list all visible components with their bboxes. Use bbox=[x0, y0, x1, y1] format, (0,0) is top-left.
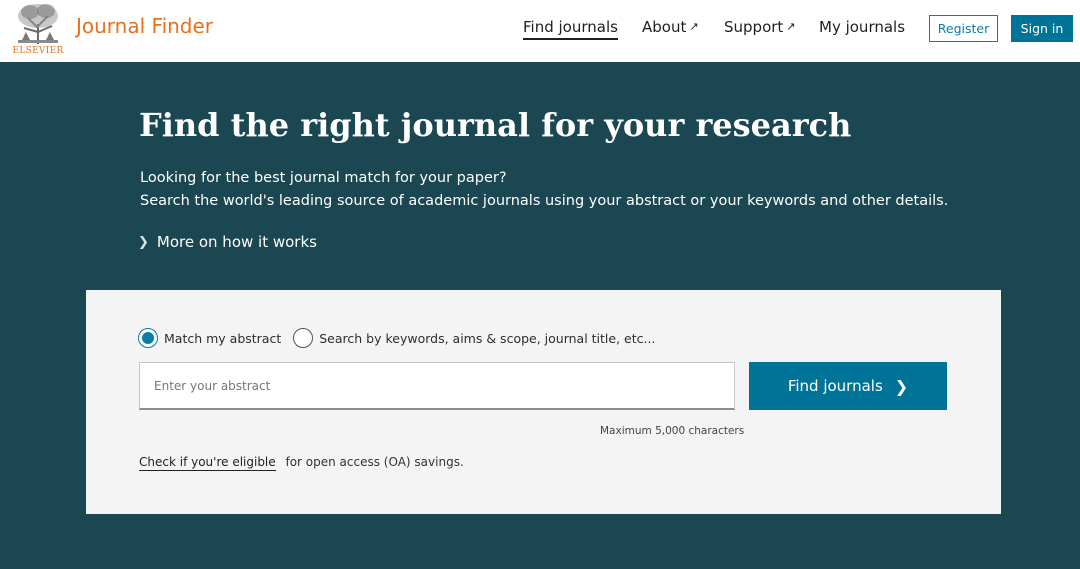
more-on-how-it-works-link[interactable]: ❯ More on how it works bbox=[138, 233, 317, 251]
find-journals-button-label: Find journals bbox=[787, 377, 883, 395]
chevron-right-icon: ❯ bbox=[894, 376, 909, 396]
check-eligibility-link[interactable]: Check if you're eligible bbox=[139, 455, 276, 471]
abstract-placeholder: Enter your abstract bbox=[154, 378, 271, 393]
abstract-input[interactable]: Enter your abstract bbox=[139, 362, 735, 410]
nav-my-journals-label: My journals bbox=[819, 18, 906, 36]
max-characters-hint: Maximum 5,000 characters bbox=[600, 425, 745, 437]
nav-about[interactable]: About ↗ bbox=[642, 18, 699, 36]
open-access-note: Check if you're eligible for open access… bbox=[139, 455, 464, 471]
more-link-label: More on how it works bbox=[156, 233, 317, 251]
elsevier-logo[interactable]: ELSEVIER bbox=[12, 2, 64, 58]
radio-search-keywords[interactable] bbox=[293, 328, 314, 348]
search-mode-group: Match my abstract Search by keywords, ai… bbox=[138, 328, 667, 348]
radio-match-abstract[interactable] bbox=[138, 328, 158, 348]
nav-support[interactable]: Support ↗ bbox=[724, 18, 796, 36]
nav-find-journals-label: Find journals bbox=[523, 18, 618, 36]
brand-title[interactable]: Journal Finder bbox=[76, 14, 213, 38]
hero-subtitle-line2: Search the world's leading source of aca… bbox=[140, 193, 949, 209]
radio-match-abstract-label[interactable]: Match my abstract bbox=[164, 331, 281, 346]
search-panel: Match my abstract Search by keywords, ai… bbox=[86, 290, 1001, 514]
find-journals-button[interactable]: Find journals ❯ bbox=[749, 362, 947, 410]
nav-about-label: About bbox=[642, 18, 687, 36]
sign-in-button[interactable]: Sign in bbox=[1011, 15, 1073, 42]
nav-find-journals[interactable]: Find journals bbox=[523, 18, 618, 40]
page-title: Find the right journal for your research bbox=[139, 106, 852, 144]
radio-search-keywords-label[interactable]: Search by keywords, aims & scope, journa… bbox=[319, 331, 655, 346]
chevron-right-icon: ❯ bbox=[138, 234, 149, 250]
nav-my-journals[interactable]: My journals bbox=[819, 18, 905, 36]
nav-support-label: Support bbox=[724, 18, 784, 36]
arrow-up-right-icon: ↗ bbox=[786, 20, 796, 33]
open-access-text: for open access (OA) savings. bbox=[285, 455, 464, 469]
top-header: ELSEVIER Journal Finder Find journals Ab… bbox=[0, 0, 1080, 62]
elsevier-wordmark: ELSEVIER bbox=[12, 46, 64, 56]
hero-subtitle-line1: Looking for the best journal match for y… bbox=[140, 170, 507, 186]
register-button[interactable]: Register bbox=[929, 15, 998, 42]
elsevier-tree-icon bbox=[14, 2, 62, 46]
arrow-up-right-icon: ↗ bbox=[689, 20, 699, 33]
